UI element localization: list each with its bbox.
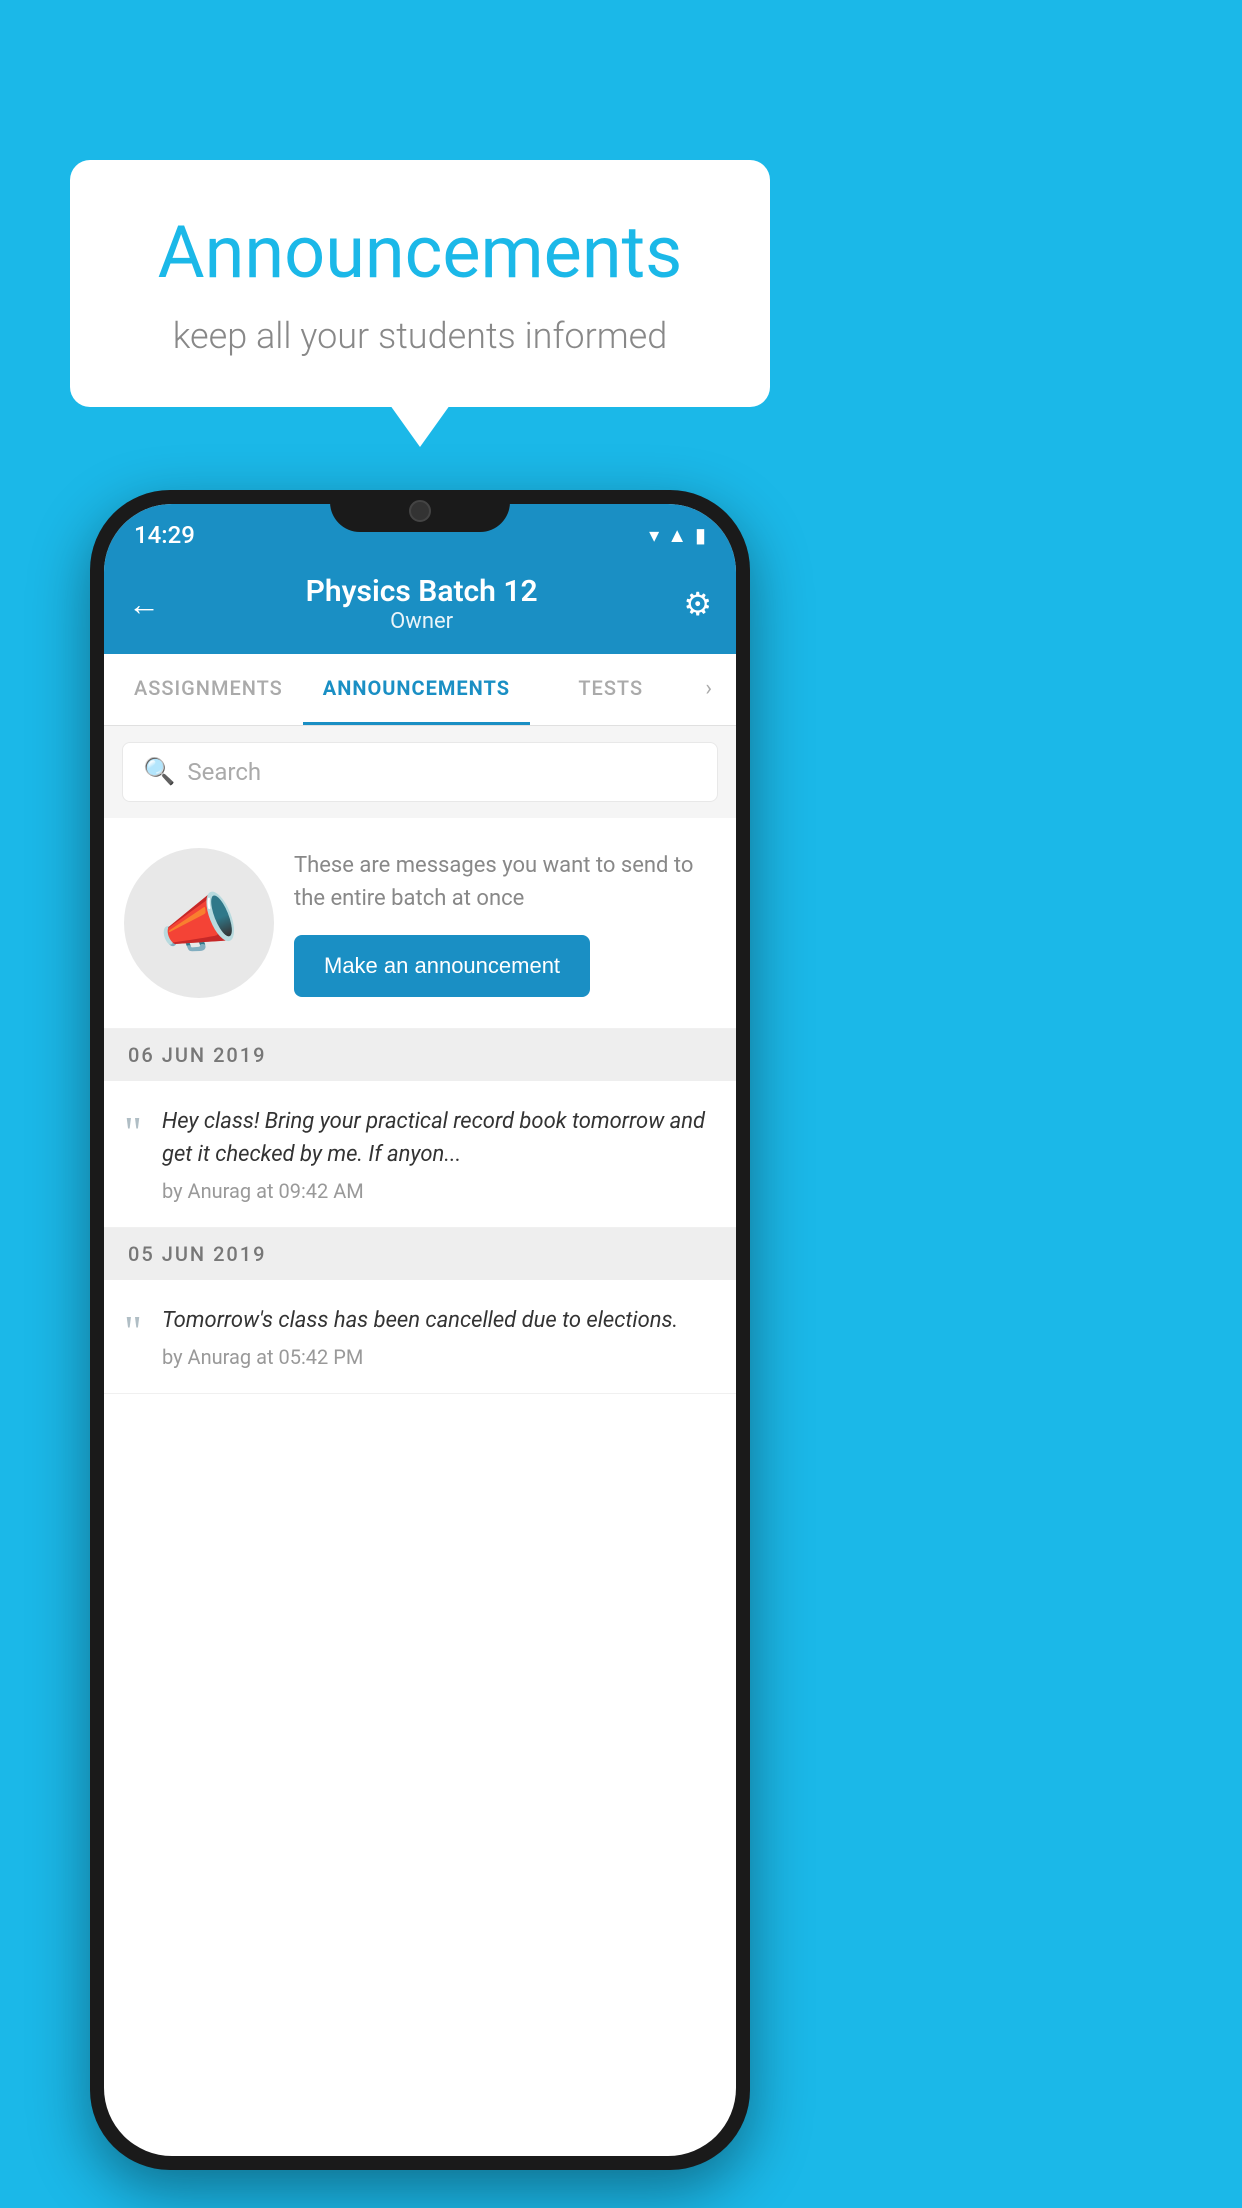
announcement-item-1: " Hey class! Bring your practical record… — [104, 1081, 736, 1228]
phone-notch — [330, 490, 510, 532]
phone-frame: 14:29 ▾ ▲ ▮ ← Physics Batch 12 Owner ⚙ — [90, 490, 750, 2170]
speech-bubble-container: Announcements keep all your students inf… — [70, 160, 770, 407]
back-button[interactable]: ← — [128, 585, 160, 623]
status-time: 14:29 — [134, 521, 195, 549]
date-divider-1: 06 JUN 2019 — [104, 1029, 736, 1081]
promo-content: These are messages you want to send to t… — [294, 849, 716, 997]
settings-button[interactable]: ⚙ — [683, 585, 712, 623]
wifi-icon: ▾ — [649, 523, 659, 547]
quote-icon-1: " — [124, 1111, 142, 1203]
search-input[interactable]: Search — [187, 758, 261, 786]
tab-announcements[interactable]: ANNOUNCEMENTS — [303, 654, 530, 725]
tab-tests[interactable]: TESTS — [530, 654, 691, 725]
make-announcement-button[interactable]: Make an announcement — [294, 935, 590, 997]
speech-bubble-title: Announcements — [130, 210, 710, 295]
speech-bubble-subtitle: keep all your students informed — [130, 315, 710, 357]
tab-assignments[interactable]: ASSIGNMENTS — [114, 654, 303, 725]
tabs-container: ASSIGNMENTS ANNOUNCEMENTS TESTS › — [104, 654, 736, 726]
search-icon: 🔍 — [143, 757, 175, 787]
promo-description: These are messages you want to send to t… — [294, 849, 716, 915]
speech-bubble: Announcements keep all your students inf… — [70, 160, 770, 407]
announcement-content-1: Hey class! Bring your practical record b… — [162, 1105, 716, 1203]
header-title-group: Physics Batch 12 Owner — [306, 574, 538, 634]
phone-mockup: 14:29 ▾ ▲ ▮ ← Physics Batch 12 Owner ⚙ — [90, 490, 750, 2170]
search-bar[interactable]: 🔍 Search — [122, 742, 718, 802]
status-icons: ▾ ▲ ▮ — [649, 523, 706, 548]
megaphone-icon: 📣 — [159, 886, 239, 961]
battery-icon: ▮ — [695, 523, 706, 547]
phone-screen: 14:29 ▾ ▲ ▮ ← Physics Batch 12 Owner ⚙ — [104, 504, 736, 2156]
app-header: ← Physics Batch 12 Owner ⚙ — [104, 556, 736, 654]
announcement-meta-2: by Anurag at 05:42 PM — [162, 1345, 716, 1369]
phone-camera — [409, 500, 431, 522]
promo-icon-circle: 📣 — [124, 848, 274, 998]
announcement-text-1: Hey class! Bring your practical record b… — [162, 1105, 716, 1171]
announcement-meta-1: by Anurag at 09:42 AM — [162, 1179, 716, 1203]
search-container: 🔍 Search — [104, 726, 736, 818]
batch-title: Physics Batch 12 — [306, 574, 538, 609]
date-divider-2: 05 JUN 2019 — [104, 1228, 736, 1280]
signal-icon: ▲ — [667, 523, 687, 548]
promo-section: 📣 These are messages you want to send to… — [104, 818, 736, 1029]
batch-subtitle: Owner — [306, 609, 538, 634]
tab-more[interactable]: › — [691, 654, 726, 725]
quote-icon-2: " — [124, 1310, 142, 1369]
announcement-content-2: Tomorrow's class has been cancelled due … — [162, 1304, 716, 1369]
announcement-item-2: " Tomorrow's class has been cancelled du… — [104, 1280, 736, 1394]
announcement-text-2: Tomorrow's class has been cancelled due … — [162, 1304, 716, 1337]
